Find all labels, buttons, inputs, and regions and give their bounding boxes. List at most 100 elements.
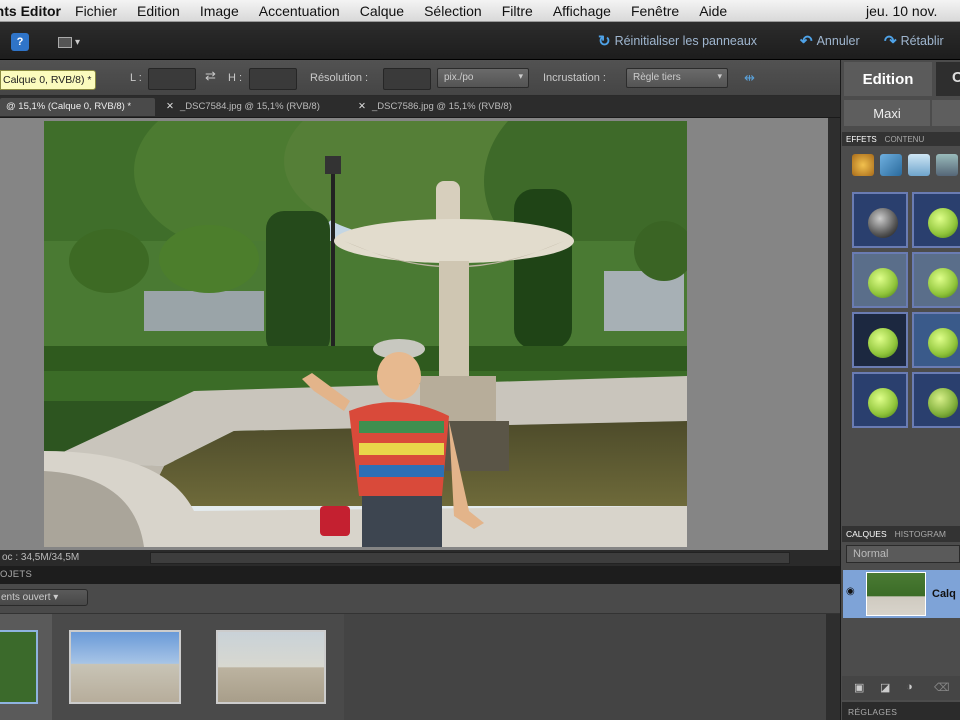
tab-layers[interactable]: CALQUES	[846, 529, 887, 539]
undo-icon: ↶	[800, 33, 813, 50]
apple-icon	[928, 388, 958, 418]
canvas-vertical-scrollbar[interactable]	[828, 118, 840, 550]
apple-icon	[928, 268, 958, 298]
resolution-unit-value: pix./po	[444, 72, 474, 83]
chevron-down-icon: ▾	[75, 36, 81, 48]
effect-thumb-4[interactable]	[912, 252, 960, 308]
blend-mode-select[interactable]: Normal	[846, 545, 960, 563]
effect-thumb-8[interactable]	[912, 372, 960, 428]
photo-effects-icon[interactable]	[908, 154, 930, 176]
layer-chip[interactable]: Calque 0, RVB/8) *	[0, 70, 96, 90]
chevron-down-icon: ▾	[717, 71, 722, 81]
tab-dsc7586[interactable]: ✕ _DSC7586.jpg @ 15,1% (RVB/8)	[352, 98, 542, 116]
bin-item[interactable]	[52, 614, 198, 720]
undo-label: Annuler	[816, 34, 860, 48]
tab-label: _DSC7584.jpg @ 15,1% (RVB/8)	[179, 101, 320, 112]
effect-thumb-2[interactable]	[912, 192, 960, 248]
adjustments-header: RÉGLAGES	[842, 702, 960, 720]
bin-show-select[interactable]: ents ouvert ▾	[0, 589, 88, 606]
chevron-down-icon: ▾	[518, 71, 523, 81]
tab-histogram[interactable]: HISTOGRAM	[895, 529, 946, 539]
bin-item-selected[interactable]	[0, 614, 52, 720]
layer-thumbnail	[866, 572, 926, 616]
app-name[interactable]: Adobe Photoshop Elements Editor	[0, 3, 61, 19]
bin-thumbnail	[0, 630, 38, 704]
layout-icon	[58, 36, 72, 48]
resolution-label: Résolution :	[310, 72, 369, 84]
menu-image[interactable]: Image	[200, 3, 239, 19]
redo-button[interactable]: ↷ Rétablir	[884, 31, 944, 51]
filters-icon[interactable]	[852, 154, 874, 176]
tab-create[interactable]: C	[936, 62, 960, 96]
effect-thumb-7[interactable]	[852, 372, 908, 428]
menu-filtre[interactable]: Filtre	[502, 3, 533, 19]
menubar-clock[interactable]: jeu. 10 nov.	[866, 3, 960, 19]
height-field[interactable]	[249, 68, 297, 90]
reset-panels-button[interactable]: ↻ Réinitialiser les panneaux	[598, 31, 757, 51]
close-icon[interactable]: ✕	[358, 101, 366, 112]
width-label: L :	[130, 72, 142, 84]
bin-item[interactable]	[198, 614, 344, 720]
resolution-unit-select[interactable]: pix./po ▾	[437, 68, 529, 88]
layer-name[interactable]: Calq	[932, 588, 956, 600]
menu-calque[interactable]: Calque	[360, 3, 404, 19]
layout-button[interactable]: ▾	[58, 34, 86, 50]
redo-icon: ↷	[884, 33, 897, 50]
mode-button[interactable]	[932, 100, 960, 126]
tab-content[interactable]: CONTENU	[885, 135, 925, 144]
photo-canvas[interactable]	[44, 121, 687, 547]
chevron-down-icon: ▾	[53, 592, 59, 603]
effect-thumb-3[interactable]	[852, 252, 908, 308]
tab-label: _DSC7586.jpg @ 15,1% (RVB/8)	[371, 101, 512, 112]
apple-icon	[868, 388, 898, 418]
menu-affichage[interactable]: Affichage	[553, 3, 611, 19]
document-tabs: @ 15,1% (Calque 0, RVB/8) * ✕ _DSC7584.jp…	[0, 96, 840, 118]
styles-icon[interactable]	[880, 154, 902, 176]
canvas-horizontal-scrollbar[interactable]	[150, 552, 790, 564]
menu-fenetre[interactable]: Fenêtre	[631, 3, 679, 19]
new-layer-icon[interactable]: ▣	[854, 681, 864, 694]
mac-menu-bar: Adobe Photoshop Elements Editor Fichier …	[0, 0, 960, 22]
swap-icon[interactable]: ⇄	[205, 68, 216, 84]
tab-edition[interactable]: Edition	[844, 62, 932, 96]
height-label: H :	[228, 72, 243, 84]
bin-thumbnail	[216, 630, 326, 704]
effect-thumb-1[interactable]	[852, 192, 908, 248]
adjustment-icon[interactable]: ◑	[906, 681, 913, 693]
eye-icon[interactable]: ◉	[846, 586, 855, 597]
effect-thumb-5[interactable]	[852, 312, 908, 368]
resolution-field[interactable]	[383, 68, 431, 90]
bin-show-value: ents ouvert	[1, 592, 51, 603]
effects-tabs: EFFETS CONTENU	[842, 132, 960, 146]
commit-icon[interactable]: ⇹	[744, 70, 755, 86]
mask-icon[interactable]: ◪	[880, 681, 890, 694]
incrustation-value: Règle tiers	[633, 72, 681, 83]
menu-edition[interactable]: Edition	[137, 3, 180, 19]
effect-thumb-6[interactable]	[912, 312, 960, 368]
fountain-photo	[44, 121, 687, 547]
menu-accentuation[interactable]: Accentuation	[259, 3, 340, 19]
help-button[interactable]: ?	[11, 33, 29, 51]
apple-icon	[868, 268, 898, 298]
width-field[interactable]	[148, 68, 196, 90]
redo-label: Rétablir	[900, 34, 944, 48]
undo-button[interactable]: ↶ Annuler	[800, 31, 860, 51]
tab-effects[interactable]: EFFETS	[846, 135, 877, 144]
apple-icon	[928, 328, 958, 358]
tab-dsc7584[interactable]: ✕ _DSC7584.jpg @ 15,1% (RVB/8)	[160, 98, 348, 116]
trash-icon[interactable]: ⌫	[934, 681, 950, 694]
incrustation-select[interactable]: Règle tiers ▾	[626, 68, 728, 88]
maxi-button[interactable]: Maxi	[844, 100, 930, 126]
project-bin-title: OJETS	[0, 569, 33, 580]
refresh-icon: ↻	[598, 33, 611, 50]
tab-calque-0[interactable]: @ 15,1% (Calque 0, RVB/8) *	[0, 98, 155, 116]
tab-label: @ 15,1% (Calque 0, RVB/8) *	[6, 101, 132, 112]
menu-aide[interactable]: Aide	[699, 3, 727, 19]
menu-selection[interactable]: Sélection	[424, 3, 482, 19]
menu-fichier[interactable]: Fichier	[75, 3, 117, 19]
close-icon[interactable]: ✕	[166, 101, 174, 112]
apple-icon	[928, 208, 958, 238]
more-effects-icon[interactable]	[936, 154, 958, 176]
bin-thumbnail	[69, 630, 181, 704]
bin-scrollbar[interactable]	[826, 614, 840, 720]
